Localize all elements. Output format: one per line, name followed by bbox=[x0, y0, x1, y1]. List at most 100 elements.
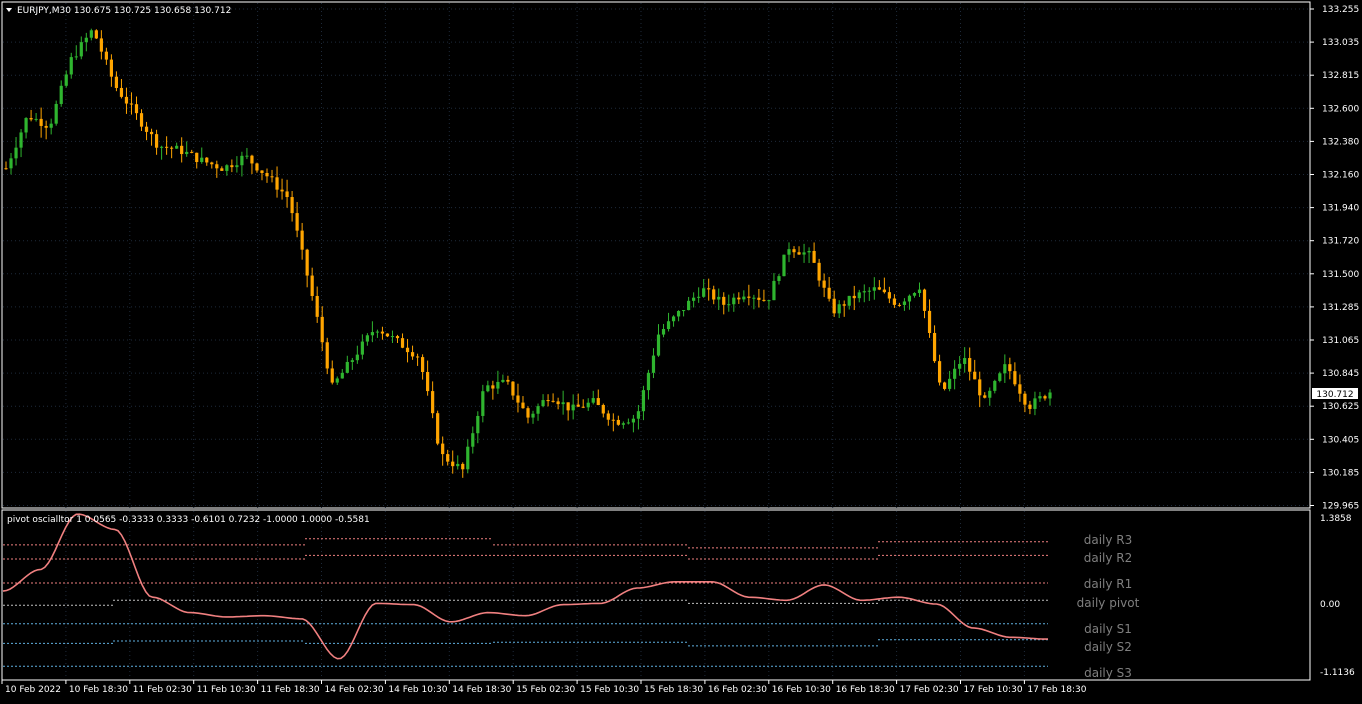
price-axis-label: 130.845 bbox=[1322, 369, 1359, 379]
candle-body bbox=[616, 419, 620, 425]
price-axis-label: 131.500 bbox=[1322, 270, 1359, 280]
candle-body bbox=[390, 336, 395, 338]
candle-body bbox=[94, 30, 98, 39]
candle-body bbox=[170, 147, 174, 149]
candle-body bbox=[395, 336, 400, 339]
candle-body bbox=[842, 304, 846, 306]
candle-body bbox=[260, 170, 264, 174]
metatrader-chart-window[interactable]: EURJPY,M30 130.675 130.725 130.658 130.7… bbox=[0, 0, 1362, 700]
candle-body bbox=[601, 405, 605, 414]
candle-body bbox=[948, 378, 952, 389]
candle-body bbox=[812, 250, 816, 263]
candle-body bbox=[476, 415, 480, 434]
candle-body bbox=[762, 299, 766, 301]
candle-body bbox=[315, 295, 319, 317]
time-axis-label: 15 Feb 10:30 bbox=[580, 685, 639, 695]
candle-body bbox=[154, 134, 159, 148]
time-axis-label: 17 Feb 10:30 bbox=[964, 685, 1023, 695]
candle-body bbox=[1043, 396, 1047, 399]
candle-body bbox=[531, 413, 535, 418]
candle-body bbox=[295, 213, 299, 231]
candle-body bbox=[932, 332, 937, 362]
price-axis-label: 132.600 bbox=[1322, 104, 1359, 114]
candle-body bbox=[69, 57, 73, 75]
candle-body bbox=[471, 433, 475, 447]
candle-body bbox=[481, 391, 485, 416]
candle-body bbox=[506, 379, 510, 382]
candle-body bbox=[335, 378, 339, 383]
candle-body bbox=[822, 280, 826, 288]
candle-body bbox=[661, 329, 666, 335]
candle-body bbox=[666, 321, 671, 330]
candle-body bbox=[265, 173, 269, 177]
candle-body bbox=[345, 361, 349, 373]
indicator-header: pivot oscialltor 1 0.0565 -0.3333 0.3333… bbox=[7, 515, 370, 525]
candle-body bbox=[74, 56, 78, 58]
candle-body bbox=[968, 358, 972, 372]
candle-body bbox=[134, 104, 139, 114]
candle-body bbox=[44, 125, 48, 128]
candle-body bbox=[496, 381, 500, 389]
candle-body bbox=[983, 395, 987, 398]
candle-body bbox=[927, 310, 932, 333]
price-axis-label: 133.255 bbox=[1322, 5, 1359, 15]
candle-body bbox=[1003, 364, 1007, 374]
candle-body bbox=[511, 381, 515, 396]
label-daily-r2: daily R2 bbox=[1084, 551, 1133, 565]
candle-body bbox=[586, 402, 590, 408]
candle-body bbox=[159, 146, 164, 148]
candle-body bbox=[129, 103, 134, 105]
candle-body bbox=[330, 368, 334, 383]
candle-body bbox=[501, 379, 505, 382]
candle-body bbox=[621, 423, 625, 425]
candle-body bbox=[852, 295, 856, 299]
time-axis-label: 11 Feb 02:30 bbox=[133, 685, 192, 695]
time-axis-label: 11 Feb 10:30 bbox=[197, 685, 256, 695]
price-axis-label: 129.965 bbox=[1322, 502, 1359, 512]
candle-body bbox=[702, 288, 706, 297]
candle-body bbox=[516, 395, 520, 403]
candle-body bbox=[431, 391, 435, 414]
candle-body bbox=[692, 297, 696, 301]
candle-body bbox=[325, 342, 329, 369]
label-daily-s1: daily S1 bbox=[1084, 622, 1132, 636]
time-axis-label: 14 Feb 02:30 bbox=[325, 685, 384, 695]
candle-body bbox=[561, 402, 565, 405]
candle-body bbox=[79, 42, 83, 57]
candle-body bbox=[687, 300, 691, 311]
candle-body bbox=[882, 289, 886, 293]
candle-body bbox=[19, 132, 23, 148]
candle-body bbox=[200, 157, 204, 163]
price-axis-label: 133.035 bbox=[1322, 38, 1359, 48]
label-daily-s2: daily S2 bbox=[1084, 640, 1132, 654]
candle-body bbox=[34, 118, 38, 120]
candle-body bbox=[466, 446, 470, 470]
candle-body bbox=[737, 297, 741, 300]
candle-body bbox=[491, 385, 495, 389]
candle-body bbox=[14, 147, 18, 159]
candle-body bbox=[290, 197, 294, 214]
candle-body bbox=[973, 371, 977, 380]
candle-body bbox=[953, 368, 957, 379]
candle-body bbox=[606, 413, 610, 420]
candle-body bbox=[104, 51, 108, 60]
label-daily-r3: daily R3 bbox=[1084, 533, 1133, 547]
candle-body bbox=[144, 126, 149, 132]
candle-body bbox=[571, 404, 575, 411]
candle-body bbox=[742, 296, 746, 300]
candle-body bbox=[305, 249, 309, 276]
candle-body bbox=[631, 418, 636, 423]
time-axis-label: 10 Feb 18:30 bbox=[69, 685, 128, 695]
candle-body bbox=[817, 262, 821, 281]
time-axis-label: 16 Feb 18:30 bbox=[836, 685, 895, 695]
candle-body bbox=[681, 310, 686, 312]
candle-body bbox=[611, 419, 615, 421]
candle-body bbox=[847, 295, 851, 306]
candle-body bbox=[4, 168, 8, 170]
candle-body bbox=[451, 461, 455, 467]
candle-body bbox=[275, 177, 279, 190]
time-axis-label: 11 Feb 18:30 bbox=[261, 685, 320, 695]
candle-body bbox=[446, 454, 450, 462]
candle-body bbox=[245, 155, 249, 157]
candle-body bbox=[49, 123, 53, 128]
